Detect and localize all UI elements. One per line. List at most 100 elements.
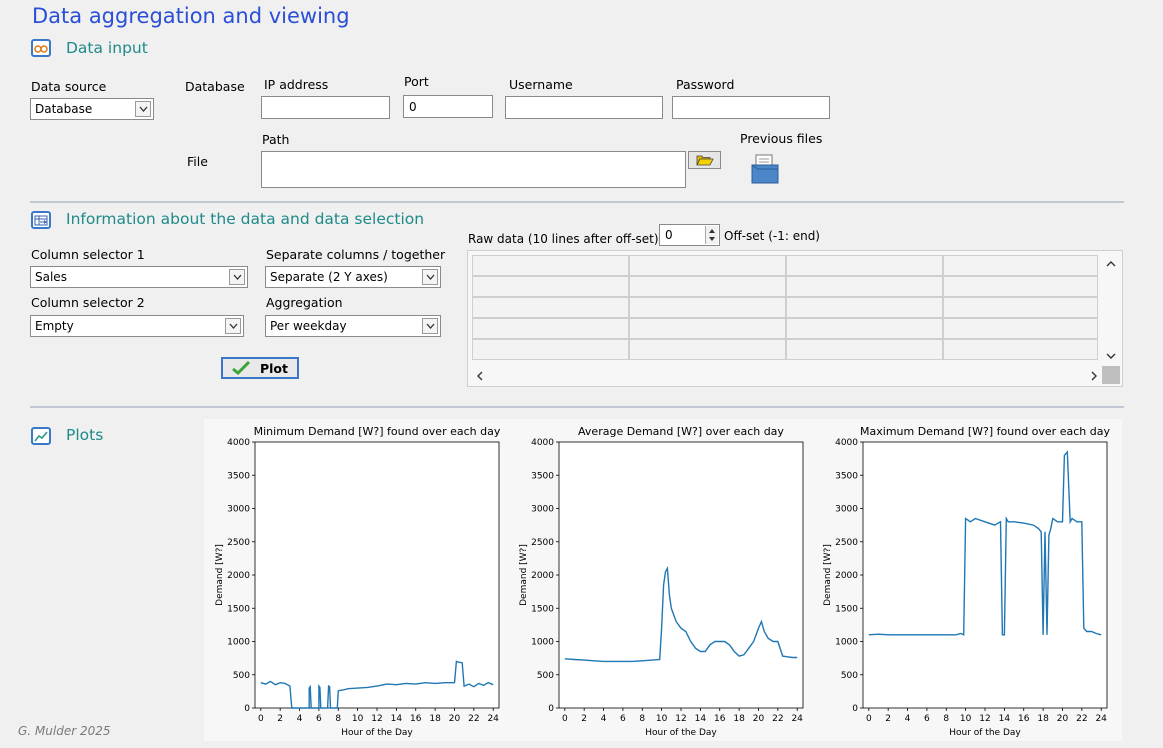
footer-credit: G. Mulder 2025 bbox=[18, 724, 111, 738]
chart-y-tick-label: 4000 bbox=[835, 438, 858, 448]
chart-y-tick-label: 4000 bbox=[531, 438, 554, 448]
horizontal-scrollbar[interactable] bbox=[468, 366, 1102, 386]
chevron-right-icon[interactable] bbox=[1090, 371, 1098, 381]
username-label: Username bbox=[509, 77, 573, 92]
username-input[interactable] bbox=[505, 96, 663, 119]
raw-data-cell bbox=[943, 339, 1098, 360]
chart-x-tick-label: 4 bbox=[297, 714, 303, 724]
offset-value: 0 bbox=[665, 228, 673, 242]
raw-data-cell bbox=[786, 318, 943, 339]
chevron-up-icon[interactable] bbox=[1106, 260, 1116, 268]
chart-x-axis-label: Hour of the Day bbox=[341, 728, 413, 738]
folder-open-icon bbox=[695, 155, 714, 166]
chart-y-tick-label: 3500 bbox=[531, 471, 554, 481]
spinner-arrows-icon[interactable] bbox=[705, 226, 718, 244]
chart-y-tick-label: 3000 bbox=[835, 505, 858, 515]
chart-x-tick-label: 8 bbox=[943, 714, 949, 724]
chart-x-tick-label: 6 bbox=[924, 714, 930, 724]
chevron-down-icon[interactable] bbox=[1106, 352, 1116, 360]
glasses-icon bbox=[31, 39, 51, 57]
raw-data-cell bbox=[629, 318, 786, 339]
chart-y-tick-label: 3500 bbox=[227, 471, 250, 481]
chart-y-axis-label: Demand [W?] bbox=[519, 544, 529, 606]
chevron-down-icon bbox=[135, 101, 151, 117]
column-selector-1-value: Sales bbox=[35, 270, 67, 284]
chart-x-tick-label: 14 bbox=[999, 714, 1011, 724]
chart-3: Maximum Demand [W?] found over each day H… bbox=[823, 425, 1110, 738]
chart-x-tick-label: 12 bbox=[979, 714, 990, 724]
raw-data-cell bbox=[629, 255, 786, 276]
column-selector-1-label: Column selector 1 bbox=[31, 247, 145, 262]
raw-data-cell bbox=[943, 276, 1098, 297]
chart-y-tick-label: 0 bbox=[852, 704, 858, 714]
chart-x-tick-label: 22 bbox=[1076, 714, 1087, 724]
chart-x-tick-label: 10 bbox=[656, 714, 668, 724]
ip-address-label: IP address bbox=[264, 77, 329, 92]
data-source-select[interactable]: Database bbox=[30, 98, 154, 120]
aggregation-select[interactable]: Per weekday bbox=[265, 315, 441, 337]
chart-y-tick-label: 1000 bbox=[531, 638, 554, 648]
chart-y-tick-label: 0 bbox=[548, 704, 554, 714]
chart-title: Minimum Demand [W?] found over each day bbox=[254, 425, 501, 438]
separate-columns-select[interactable]: Separate (2 Y axes) bbox=[265, 266, 441, 288]
raw-data-cell bbox=[786, 276, 943, 297]
separate-columns-label: Separate columns / together bbox=[266, 247, 446, 262]
path-input[interactable] bbox=[261, 151, 686, 188]
port-input[interactable] bbox=[403, 95, 493, 118]
chart-x-tick-label: 14 bbox=[391, 714, 403, 724]
chart-x-tick-label: 24 bbox=[487, 714, 499, 724]
chart-y-tick-label: 2500 bbox=[227, 538, 250, 548]
browse-button[interactable] bbox=[688, 151, 721, 169]
chart-x-tick-label: 18 bbox=[1037, 714, 1049, 724]
chart-y-axis-label: Demand [W?] bbox=[823, 544, 833, 606]
file-cabinet-icon bbox=[751, 154, 779, 184]
raw-data-table[interactable] bbox=[467, 250, 1123, 387]
chevron-down-icon bbox=[225, 318, 241, 334]
section-divider bbox=[30, 201, 1124, 203]
chart-y-tick-label: 500 bbox=[233, 671, 250, 681]
raw-data-cell bbox=[472, 255, 629, 276]
chevron-down-icon bbox=[422, 269, 438, 285]
selection-section-title: Information about the data and data sele… bbox=[66, 210, 425, 228]
plot-button[interactable]: Plot bbox=[221, 357, 299, 379]
chart-x-tick-label: 4 bbox=[905, 714, 911, 724]
chart-y-tick-label: 2000 bbox=[531, 571, 554, 581]
chart-x-tick-label: 0 bbox=[866, 714, 872, 724]
chart-y-tick-label: 3000 bbox=[531, 505, 554, 515]
plots-svg: Minimum Demand [W?] found over each day H… bbox=[215, 425, 1110, 738]
raw-data-cell bbox=[472, 297, 629, 318]
plots-section-title: Plots bbox=[66, 426, 104, 444]
chart-y-tick-label: 2000 bbox=[227, 571, 250, 581]
chart-y-tick-label: 1000 bbox=[835, 638, 858, 648]
chevron-down-icon bbox=[229, 269, 245, 285]
raw-data-cell bbox=[629, 276, 786, 297]
previous-files-button[interactable] bbox=[750, 153, 780, 185]
column-selector-2[interactable]: Empty bbox=[30, 315, 244, 337]
chevron-left-icon[interactable] bbox=[476, 371, 484, 381]
offset-spinner[interactable]: 0 bbox=[659, 224, 720, 246]
raw-data-cell bbox=[472, 339, 629, 360]
password-input[interactable] bbox=[672, 96, 830, 119]
line-chart-icon bbox=[31, 427, 51, 445]
path-label: Path bbox=[262, 132, 290, 147]
chart-x-tick-label: 0 bbox=[258, 714, 264, 724]
ip-address-input[interactable] bbox=[261, 96, 390, 119]
chart-y-tick-label: 2500 bbox=[531, 538, 554, 548]
chart-x-tick-label: 2 bbox=[885, 714, 891, 724]
chart-y-tick-label: 3000 bbox=[227, 505, 250, 515]
chart-y-tick-label: 1500 bbox=[531, 604, 554, 614]
chevron-down-icon bbox=[422, 318, 438, 334]
column-selector-1[interactable]: Sales bbox=[30, 266, 248, 288]
chart-x-tick-label: 8 bbox=[639, 714, 645, 724]
chart-plot-frame bbox=[558, 441, 804, 709]
raw-data-cell bbox=[786, 255, 943, 276]
raw-data-cell bbox=[943, 297, 1098, 318]
raw-data-cell bbox=[943, 255, 1098, 276]
plot-button-label: Plot bbox=[259, 360, 288, 376]
chart-y-tick-label: 500 bbox=[841, 671, 858, 681]
data-source-value: Database bbox=[35, 102, 93, 116]
vertical-scrollbar[interactable] bbox=[1100, 251, 1122, 366]
chart-x-tick-label: 16 bbox=[410, 714, 422, 724]
raw-data-cell bbox=[629, 339, 786, 360]
raw-data-cell bbox=[472, 318, 629, 339]
